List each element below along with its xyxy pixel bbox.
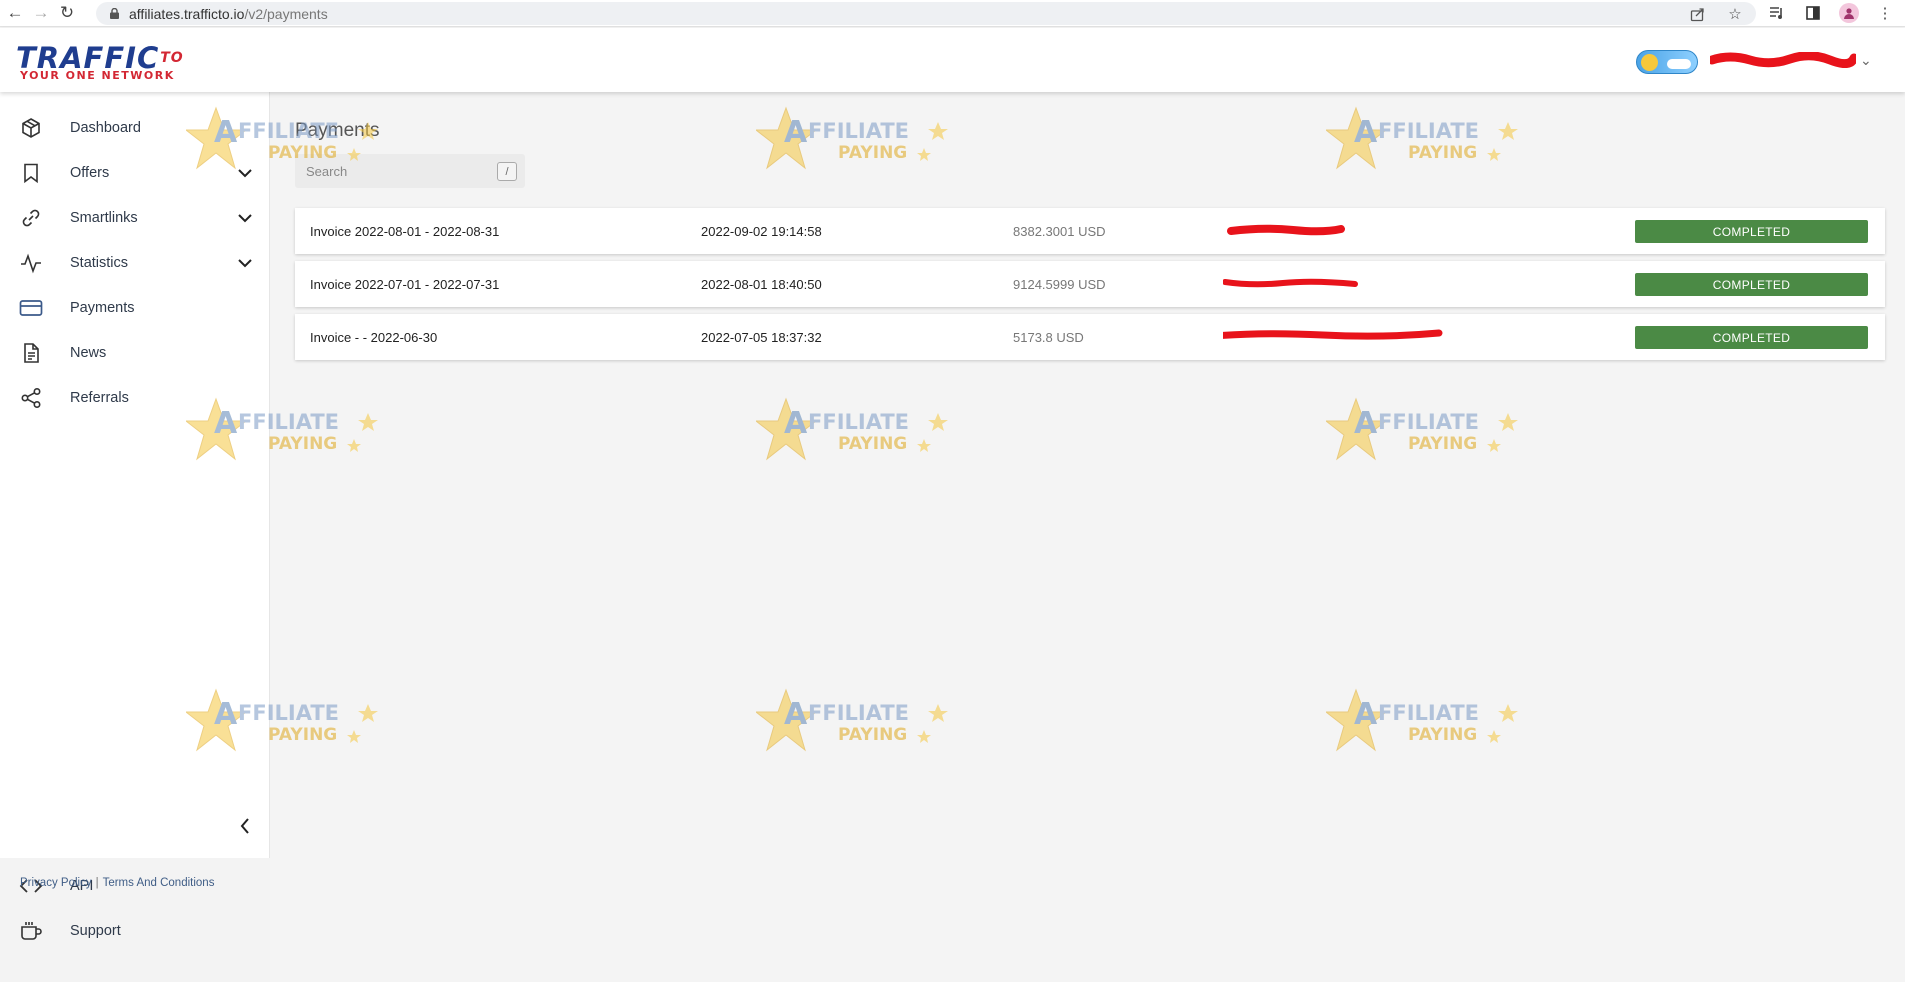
forward-icon[interactable]: →: [30, 2, 52, 24]
app-header: TRAFFICTO YOUR ONE NETWORK ⌄: [0, 28, 1905, 92]
chevron-left-icon: [240, 818, 249, 834]
status-badge: COMPLETED: [1635, 326, 1868, 349]
brand-logo[interactable]: TRAFFICTO YOUR ONE NETWORK: [16, 44, 184, 83]
sidebar-item-label: Referrals: [70, 389, 129, 406]
bookmark-icon: [18, 160, 44, 186]
table-row[interactable]: Invoice 2022-07-01 - 2022-07-31 2022-08-…: [295, 261, 1885, 307]
legal-links: Privacy Policy | Terms And Conditions: [20, 877, 214, 889]
payment-date: 2022-07-05 18:37:32: [701, 329, 822, 345]
sidebar-item-offers[interactable]: Offers: [0, 150, 270, 195]
collapse-sidebar-button[interactable]: [233, 814, 257, 838]
sidebar-item-label: Payments: [70, 299, 135, 316]
redacted-reference: [1223, 329, 1443, 340]
redacted-username[interactable]: [1710, 52, 1856, 68]
reload-icon[interactable]: ↻: [56, 2, 78, 24]
document-icon: [18, 340, 44, 366]
address-bar[interactable]: affiliates.trafficto.io/v2/payments: [96, 2, 1756, 25]
search-box[interactable]: /: [295, 154, 525, 188]
chevron-down-icon[interactable]: [234, 207, 256, 229]
side-panel-icon[interactable]: [1803, 3, 1823, 23]
link-icon: [18, 205, 44, 231]
invoice-period: Invoice 2022-08-01 - 2022-08-31: [310, 223, 500, 239]
sidebar-item-payments[interactable]: Payments: [0, 285, 270, 330]
browser-toolbar: ← → ↻ affiliates.trafficto.io/v2/payment…: [0, 0, 1905, 27]
cube-icon: [18, 115, 44, 141]
search-input[interactable]: [295, 163, 485, 179]
sidebar-item-smartlinks[interactable]: Smartlinks: [0, 195, 270, 240]
url-path: /v2/payments: [244, 5, 328, 22]
invoice-period: Invoice - - 2022-06-30: [310, 329, 438, 345]
table-row[interactable]: Invoice - - 2022-06-30 2022-07-05 18:37:…: [295, 314, 1885, 360]
chevron-down-icon[interactable]: ⌄: [1860, 52, 1872, 69]
terms-link[interactable]: Terms And Conditions: [103, 877, 215, 889]
sidebar-item-support[interactable]: Support: [0, 908, 270, 953]
sun-icon: [1641, 54, 1658, 71]
coffee-icon: [18, 918, 44, 944]
media-icon[interactable]: [1767, 3, 1787, 23]
sidebar-item-label: Statistics: [70, 254, 129, 271]
privacy-policy-link[interactable]: Privacy Policy: [20, 877, 92, 889]
payment-date: 2022-09-02 19:14:58: [701, 223, 822, 239]
status-badge: COMPLETED: [1635, 220, 1868, 243]
payment-amount: 9124.5999 USD: [1013, 276, 1106, 292]
menu-dots-icon[interactable]: ⋮: [1875, 3, 1895, 23]
chevron-down-icon[interactable]: [234, 252, 256, 274]
sidebar-item-label: Offers: [70, 164, 110, 181]
sidebar: Dashboard Offers Smartlinks Statistics P…: [0, 92, 270, 982]
profile-icon[interactable]: [1839, 3, 1859, 23]
main-content: Payments / Invoice 2022-08-01 - 2022-08-…: [271, 92, 1905, 982]
logo-superscript: TO: [160, 50, 184, 66]
chevron-down-icon[interactable]: [234, 162, 256, 184]
status-badge: COMPLETED: [1635, 273, 1868, 296]
sidebar-item-label: News: [70, 344, 107, 361]
sidebar-item-label: Dashboard: [70, 119, 141, 136]
credit-card-icon: [18, 295, 44, 321]
table-row[interactable]: Invoice 2022-08-01 - 2022-08-31 2022-09-…: [295, 208, 1885, 254]
theme-toggle[interactable]: [1636, 50, 1698, 74]
cloud-icon: [1667, 59, 1691, 69]
share-icon: [18, 385, 44, 411]
sidebar-item-label: Smartlinks: [70, 209, 138, 226]
sidebar-item-referrals[interactable]: Referrals: [0, 375, 270, 420]
sidebar-item-news[interactable]: News: [0, 330, 270, 375]
sidebar-item-label: Support: [70, 922, 121, 939]
legal-separator: |: [95, 877, 99, 889]
payment-date: 2022-08-01 18:40:50: [701, 276, 822, 292]
share-page-icon[interactable]: [1687, 4, 1707, 24]
sidebar-item-statistics[interactable]: Statistics: [0, 240, 270, 285]
invoice-period: Invoice 2022-07-01 - 2022-07-31: [310, 276, 500, 292]
redacted-reference: [1223, 278, 1358, 288]
page-title: Payments: [295, 120, 380, 141]
logo-tagline: YOUR ONE NETWORK: [20, 69, 175, 82]
url-host: affiliates.trafficto.io: [129, 5, 245, 22]
shortcut-hint: /: [497, 162, 517, 181]
payment-amount: 5173.8 USD: [1013, 329, 1084, 345]
back-icon[interactable]: ←: [4, 2, 26, 24]
redacted-reference: [1227, 224, 1345, 236]
payment-amount: 8382.3001 USD: [1013, 223, 1106, 239]
lock-icon: [110, 8, 119, 19]
bookmark-star-icon[interactable]: ☆: [1725, 4, 1745, 24]
sidebar-item-dashboard[interactable]: Dashboard: [0, 105, 270, 150]
activity-icon: [18, 250, 44, 276]
